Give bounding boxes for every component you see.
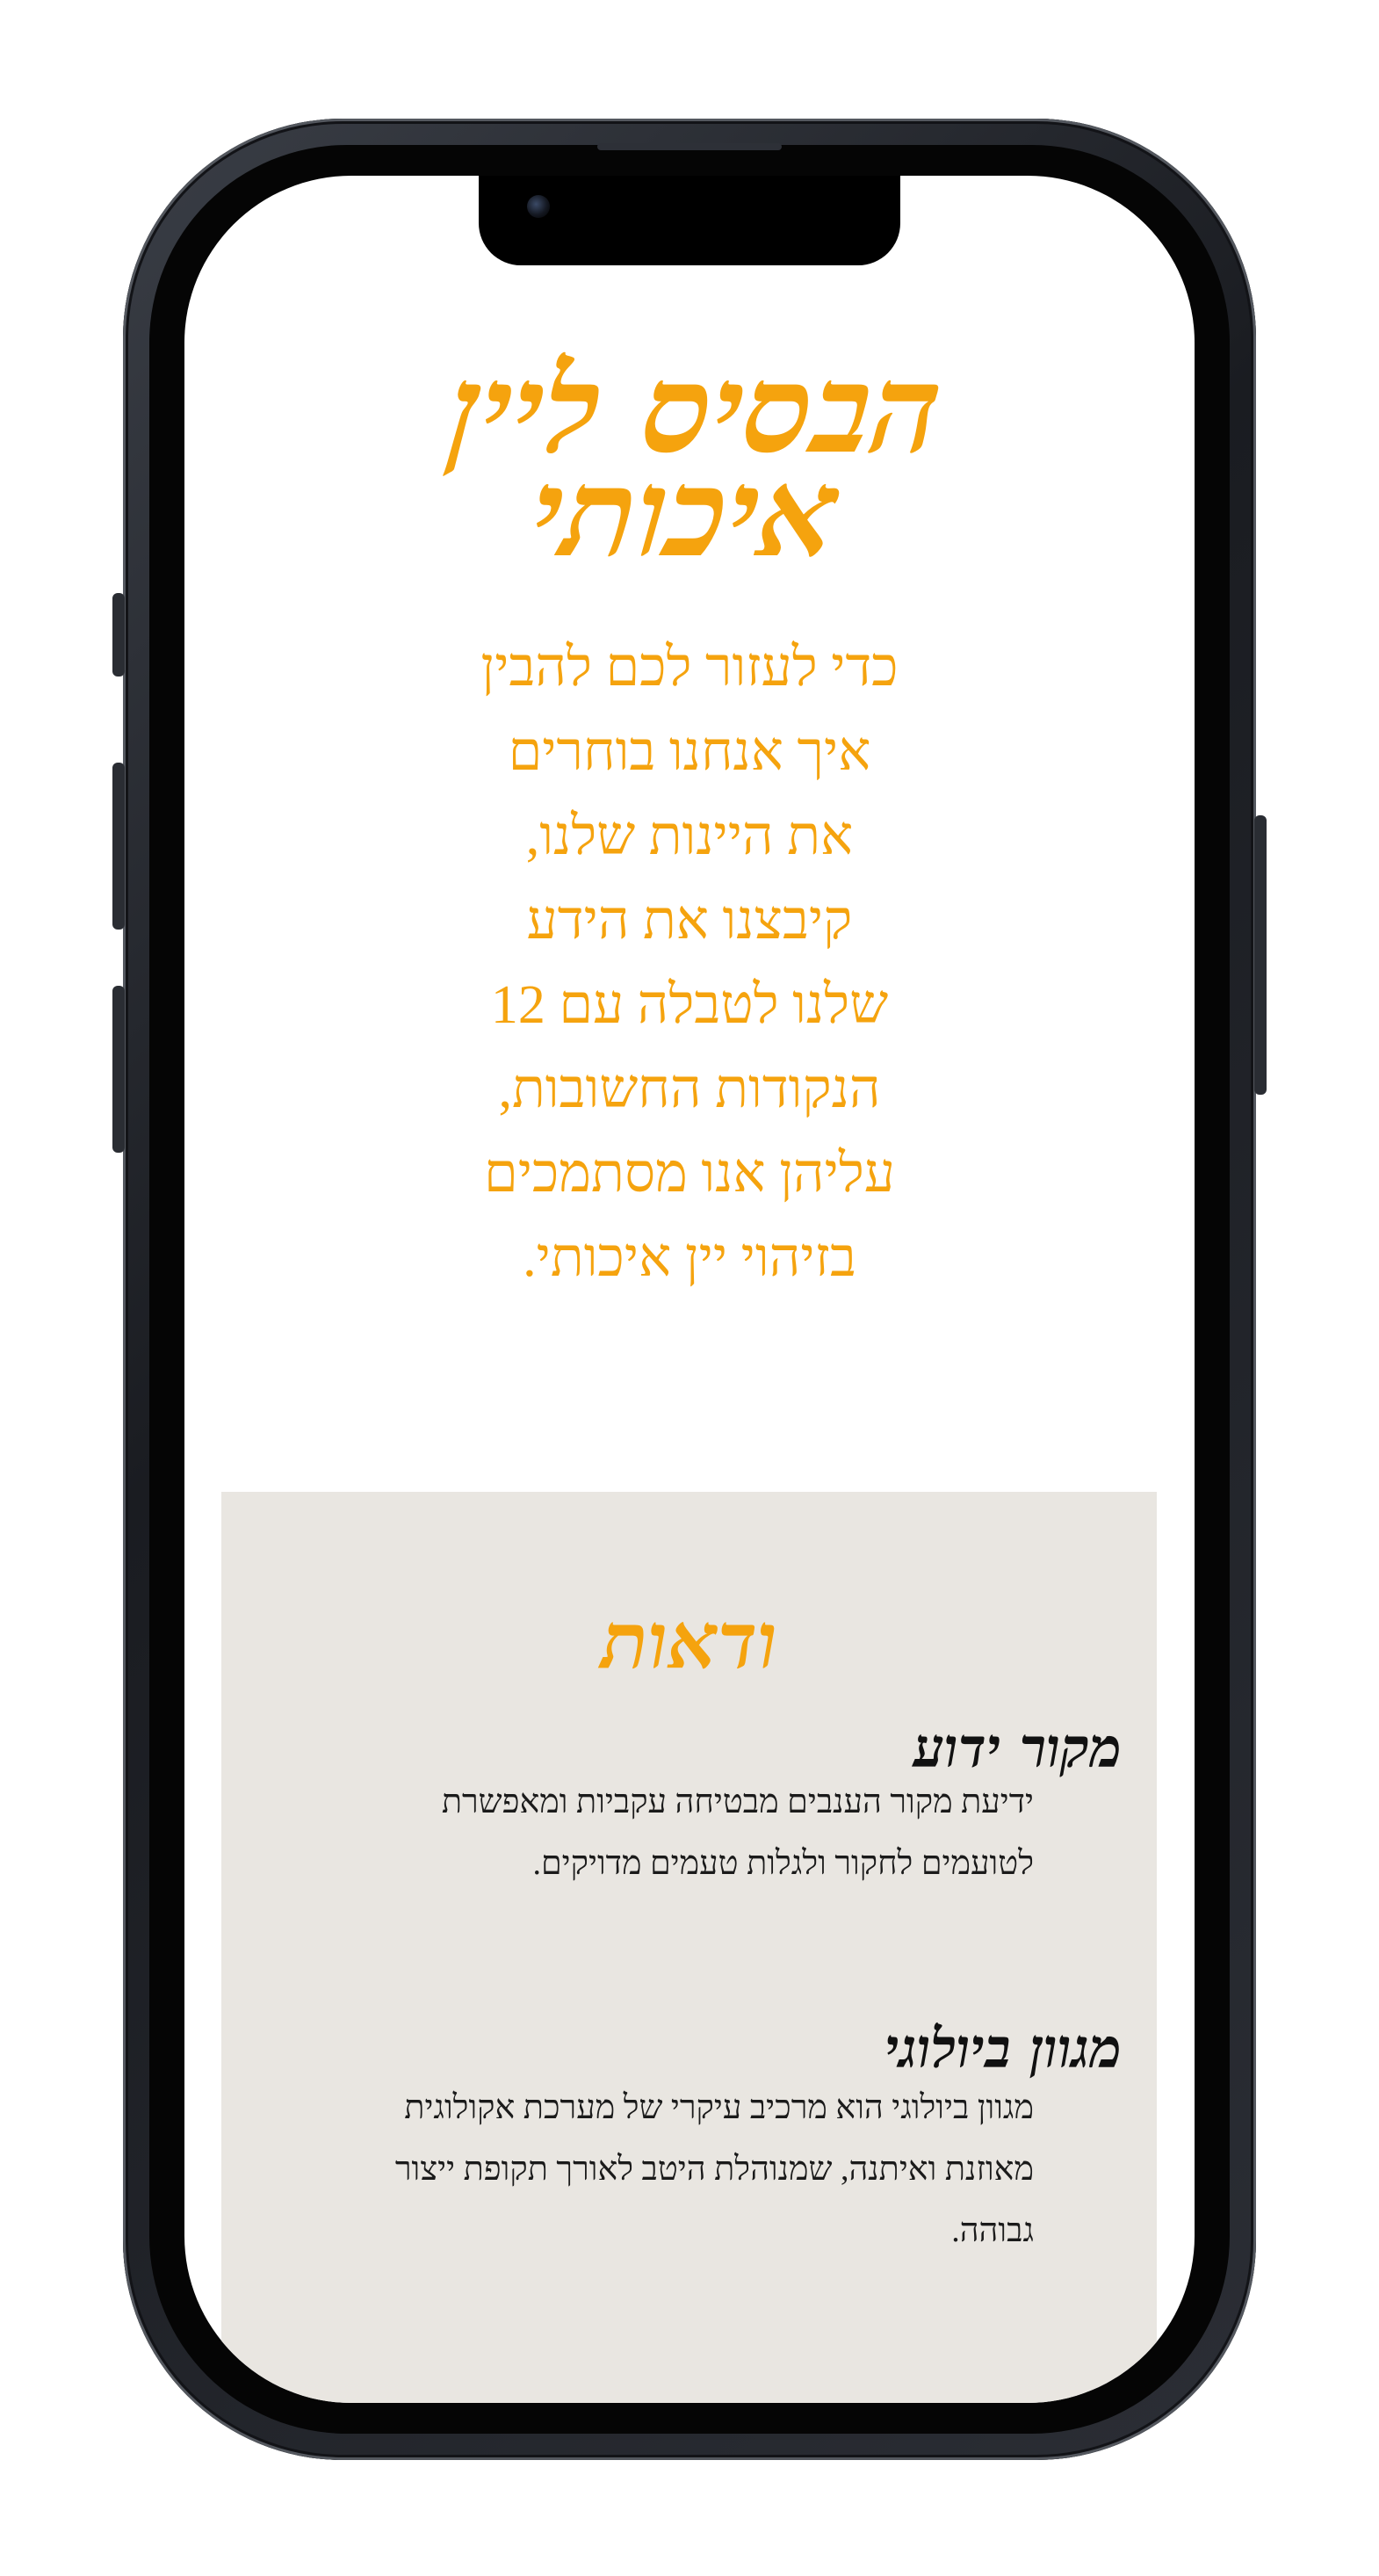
section-title: ודאות [601, 1595, 777, 1687]
volume-up-button[interactable] [112, 763, 125, 930]
mute-switch[interactable] [112, 593, 125, 677]
front-camera-icon [527, 195, 550, 218]
certainty-section: ודאות מקור ידוע ידיעת מקור הענבים מבטיחה… [221, 1492, 1157, 2403]
phone-screen: הבסיס ליין איכותי כדי לעזור לכם להבין אי… [184, 176, 1195, 2403]
page: הבסיס ליין איכותי כדי לעזור לכם להבין אי… [0, 0, 1379, 2576]
feature-body-biodiversity: מגוון ביולוגי הוא מרכיב עיקרי של מערכת א… [394, 2089, 1034, 2249]
hero-title: הבסיס ליין איכותי [442, 337, 949, 585]
power-button[interactable] [1254, 815, 1267, 1095]
volume-down-button[interactable] [112, 986, 125, 1153]
speaker-grill [597, 143, 782, 150]
notch [479, 176, 900, 265]
feature-heading-biodiversity: מגוון ביולוגי [884, 2016, 1122, 2080]
hero-description: כדי לעזור לכם להבין איך אנחנו בוחרים את … [480, 638, 899, 1288]
feature-body-known-source: ידיעת מקור הענבים מבטיחה עקביות ומאפשרת … [441, 1784, 1034, 1882]
